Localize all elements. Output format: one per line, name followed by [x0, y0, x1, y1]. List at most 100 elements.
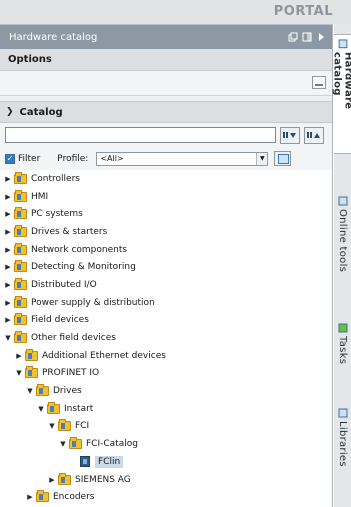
- folder-icon: [14, 224, 27, 237]
- float-window-icon[interactable]: [288, 32, 298, 42]
- tree-item[interactable]: ▼ FCI: [0, 418, 332, 436]
- tree-item-label: Additional Ethernet devices: [42, 350, 166, 361]
- panel-titlebar: Hardware catalog: [0, 24, 332, 49]
- tree-item[interactable]: ▶ Field devices: [0, 312, 332, 330]
- profile-label: Profile:: [57, 153, 89, 164]
- catalog-label: Catalog: [19, 106, 63, 118]
- expand-right-icon[interactable]: ▶: [26, 493, 34, 501]
- folder-icon: [14, 277, 27, 290]
- expand-right-icon[interactable]: ▶: [4, 316, 12, 324]
- expand-down-icon[interactable]: ▼: [26, 387, 34, 395]
- tree-item[interactable]: ▶ HMI: [0, 188, 332, 206]
- folder-icon: [14, 189, 27, 202]
- search-down-button[interactable]: [280, 126, 300, 144]
- folder-icon: [14, 207, 27, 220]
- search-row: [0, 123, 332, 147]
- expand-right-icon[interactable]: ▶: [4, 281, 12, 289]
- expand-down-icon[interactable]: ▼: [4, 334, 12, 342]
- catalog-search-input[interactable]: [5, 127, 276, 143]
- expand-right-icon[interactable]: ▶: [4, 193, 12, 201]
- filter-label: Filter: [18, 153, 41, 164]
- tree-item[interactable]: ▶ Distributed I/O: [0, 276, 332, 294]
- top-bar: PORTAL: [0, 0, 351, 24]
- expand-right-icon[interactable]: ▶: [4, 175, 12, 183]
- tree-item-label: Drives: [53, 386, 82, 397]
- expand-right-icon[interactable]: ▶: [48, 476, 56, 484]
- options-label: Options: [8, 54, 52, 65]
- dropdown-arrow-icon[interactable]: ▼: [256, 152, 268, 165]
- expand-down-icon[interactable]: ▼: [15, 369, 23, 377]
- tree-item[interactable]: ▶ Controllers: [0, 170, 332, 188]
- online-tools-icon: [338, 196, 347, 206]
- sidebar-tab-label: Online tools: [337, 209, 348, 273]
- sidebar-tab[interactable]: Online tools: [334, 192, 351, 302]
- tree-item[interactable]: ▼ Instart: [0, 400, 332, 418]
- folder-icon: [14, 331, 27, 344]
- folder-icon: [14, 242, 27, 255]
- folder-icon: [36, 490, 49, 503]
- expand-right-icon[interactable]: ▶: [4, 210, 12, 218]
- folder-icon: [14, 313, 27, 326]
- tree-item[interactable]: ▶ Drives & starters: [0, 223, 332, 241]
- expand-right-icon[interactable]: ▶: [4, 228, 12, 236]
- expand-right-icon[interactable]: ▶: [4, 263, 12, 271]
- sidebar-tab-label: Libraries: [337, 421, 348, 467]
- tree-item[interactable]: ▼ Drives: [0, 382, 332, 400]
- libraries-icon: [338, 408, 347, 418]
- expand-right-icon[interactable]: ▶: [4, 246, 12, 254]
- tree-item[interactable]: ▶ Additional Ethernet devices: [0, 347, 332, 365]
- hardware-catalog-icon: [338, 39, 347, 49]
- tree-item[interactable]: ▶ Detecting & Monitoring: [0, 258, 332, 276]
- tree-item[interactable]: ▼ Other field devices: [0, 329, 332, 347]
- expand-down-icon[interactable]: ▼: [48, 422, 56, 430]
- tree-item[interactable]: ▶ SIEMENS AG: [0, 471, 332, 489]
- options-section-header[interactable]: Options: [0, 49, 332, 71]
- collapse-right-icon[interactable]: [316, 32, 326, 42]
- tree-item[interactable]: ▼ FCI-Catalog: [0, 435, 332, 453]
- chevron-down-icon[interactable]: ❯: [6, 107, 14, 117]
- tree-item-label: Encoders: [53, 492, 95, 503]
- folder-icon: [14, 171, 27, 184]
- tree-item-label: Detecting & Monitoring: [31, 262, 136, 273]
- maximize-icon[interactable]: [302, 32, 312, 42]
- tree-item-label: Power supply & distribution: [31, 297, 155, 308]
- folder-icon: [58, 419, 71, 432]
- tree-item-label: FClin: [95, 455, 124, 468]
- sidebar-tab-label: Tasks: [337, 336, 348, 365]
- tree-item-label: Distributed I/O: [31, 279, 97, 290]
- options-toggle-button[interactable]: [312, 76, 326, 89]
- profile-select[interactable]: <All> ▼: [96, 151, 269, 166]
- expand-down-icon[interactable]: ▼: [37, 405, 45, 413]
- profile-value: <All>: [100, 154, 124, 163]
- filter-row: ✓ Filter Profile: <All> ▼: [0, 147, 332, 170]
- sidebar-tab[interactable]: Libraries: [334, 404, 351, 489]
- task-card-sidebar: Hardware catalog Online tools Tasks Librari…: [332, 24, 351, 507]
- catalog-tree: ▶ Controllers ▶ HMI ▶ PC systems ▶ Drives & sta…: [0, 170, 332, 507]
- tree-item-label: Instart: [64, 403, 94, 414]
- search-down-icon: [283, 132, 296, 138]
- sidebar-tab[interactable]: Tasks: [334, 319, 351, 381]
- tree-item-label: Drives & starters: [31, 226, 108, 237]
- profile-settings-button[interactable]: [274, 151, 292, 166]
- tree-item[interactable]: FClin: [0, 453, 332, 471]
- folder-icon: [36, 384, 49, 397]
- hardware-catalog-panel: Hardware catalog Options ❯ Catalog ✓ Fil…: [0, 24, 333, 507]
- tree-item-label: SIEMENS AG: [75, 474, 131, 485]
- catalog-section-header[interactable]: ❯ Catalog: [0, 101, 332, 123]
- expand-right-icon[interactable]: ▶: [4, 299, 12, 307]
- tree-item[interactable]: ▶ Encoders: [0, 488, 332, 506]
- tree-item[interactable]: ▶ Power supply & distribution: [0, 294, 332, 312]
- search-up-button[interactable]: [304, 126, 324, 144]
- tree-item[interactable]: ▶ Network components: [0, 241, 332, 259]
- tree-item[interactable]: ▶ PC systems: [0, 205, 332, 223]
- sidebar-tab[interactable]: Hardware catalog: [332, 34, 351, 154]
- expand-down-icon[interactable]: ▼: [59, 440, 67, 448]
- tree-item-label: Network components: [31, 244, 128, 255]
- tree-item-label: PROFINET IO: [42, 368, 100, 379]
- expand-right-icon[interactable]: ▶: [15, 352, 23, 360]
- tree-item[interactable]: ▼ PROFINET IO: [0, 365, 332, 383]
- search-up-icon: [307, 132, 320, 138]
- filter-checkbox[interactable]: ✓: [5, 153, 15, 164]
- tree-item-label: PC systems: [31, 209, 83, 220]
